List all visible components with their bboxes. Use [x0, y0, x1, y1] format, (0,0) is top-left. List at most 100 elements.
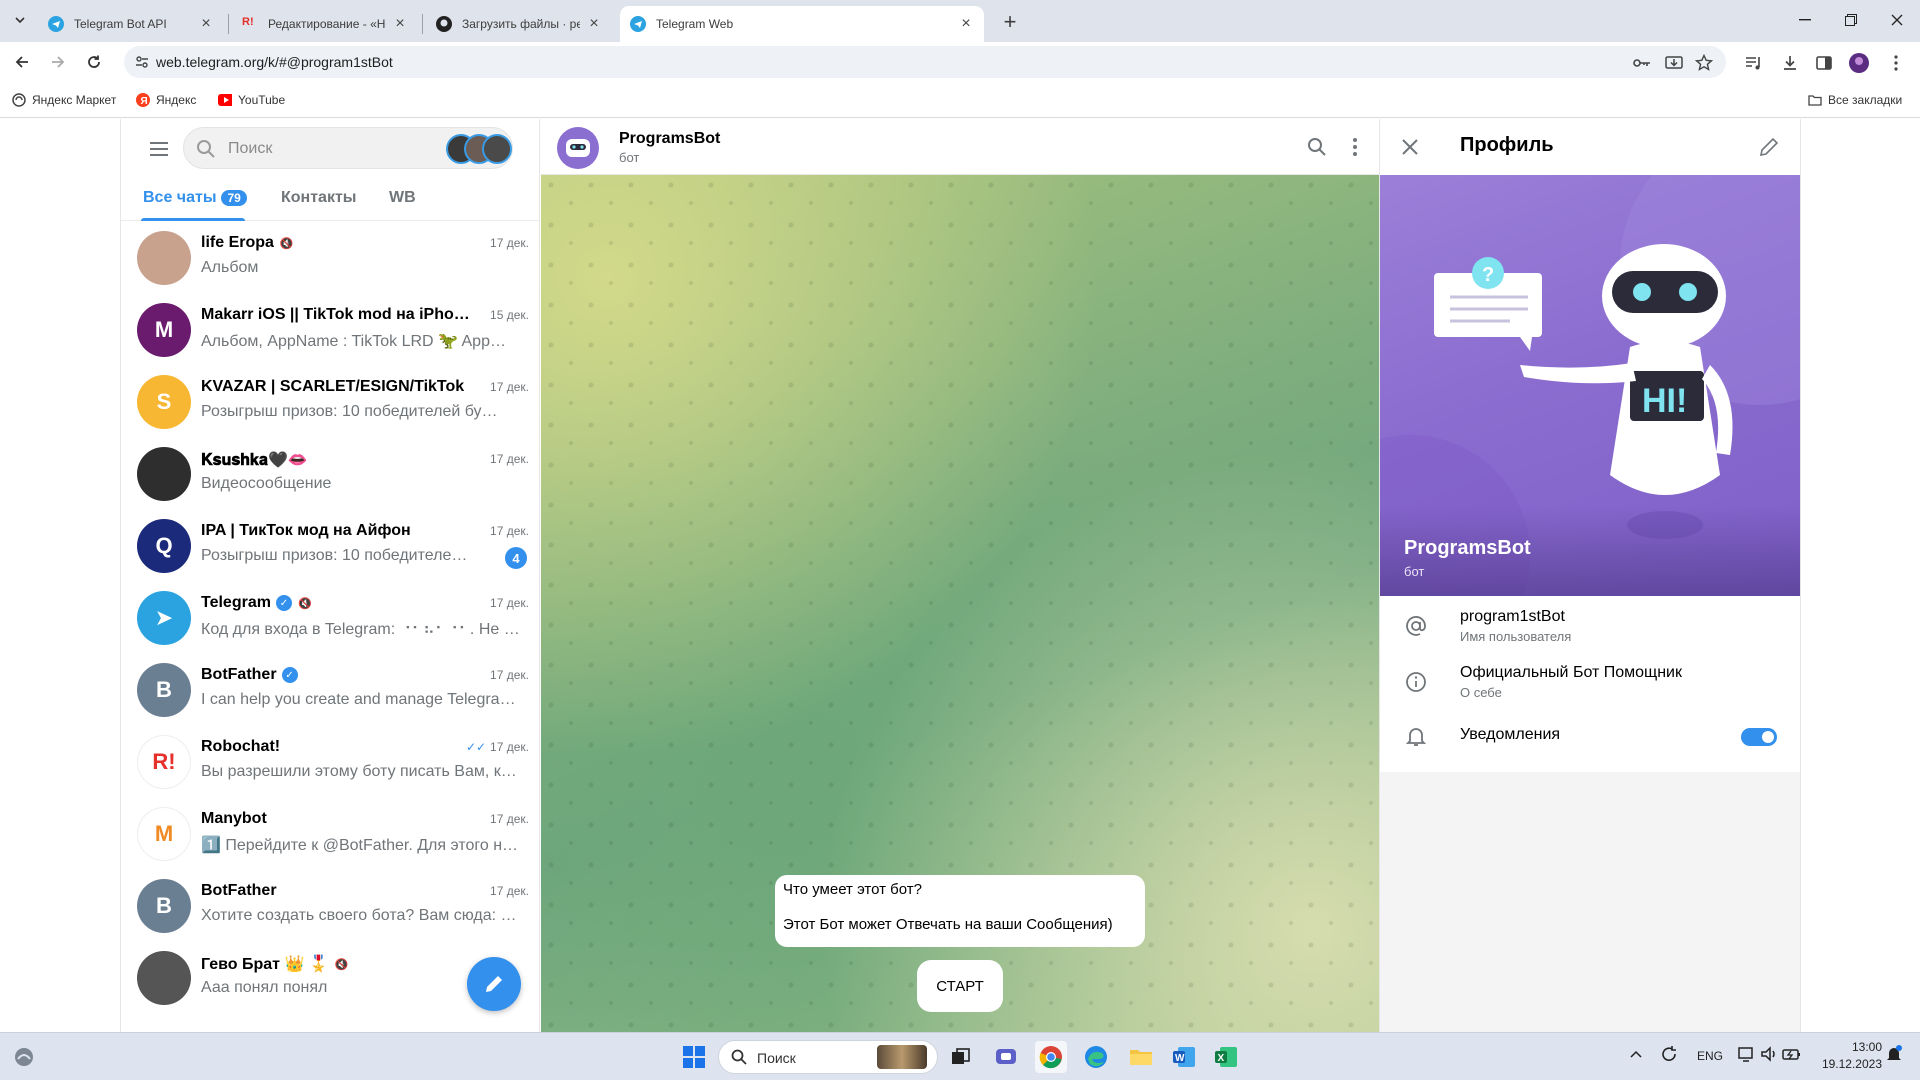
bot-icon	[566, 139, 590, 157]
chat-date: 17 дек.	[490, 668, 529, 682]
close-profile-button[interactable]	[1396, 133, 1424, 161]
tab-separator	[422, 14, 423, 34]
edge-icon[interactable]	[1080, 1041, 1112, 1073]
reload-button[interactable]	[80, 48, 108, 76]
edit-profile-button[interactable]	[1755, 133, 1783, 161]
chat-status: бот	[619, 150, 640, 165]
chat-name-text: Makarr iOS || TikTok mod на iPhon…	[201, 306, 471, 323]
tab-telegram-bot-api[interactable]: Telegram Bot API ×	[38, 6, 224, 42]
chat-date-text: 15 дек.	[490, 308, 529, 322]
back-button[interactable]	[8, 48, 36, 76]
chat-list-item[interactable]: Q IPA | ТикТок мод на Айфон 17 дек. Розыгры…	[129, 510, 533, 582]
tab-all-chats[interactable]: Все чаты 79	[143, 189, 247, 207]
notifications-row[interactable]: Уведомления	[1380, 708, 1801, 764]
restore-button[interactable]	[1828, 0, 1874, 40]
system-clock[interactable]: 13:00 19.12.2023	[1822, 1039, 1882, 1073]
start-button[interactable]: СТАРТ	[917, 960, 1003, 1012]
chat-header[interactable]: ProgramsBot бот	[541, 119, 1379, 175]
bookmark-star-icon[interactable]	[1694, 53, 1714, 73]
side-panel-icon[interactable]	[1813, 52, 1835, 74]
notifications-toggle[interactable]	[1741, 728, 1777, 746]
page-margin	[1800, 119, 1920, 1032]
close-tab-icon[interactable]: ×	[586, 15, 602, 32]
notification-bell-icon[interactable]	[1886, 1045, 1902, 1066]
robochat-icon: R!	[242, 16, 254, 28]
bookmark-youtube[interactable]: YouTube	[218, 90, 285, 110]
widgets-icon[interactable]	[8, 1041, 40, 1073]
bookmarks-bar: Яндекс Маркет Я Яндекс YouTube Все закла…	[0, 82, 1920, 118]
browser-menu-icon[interactable]	[1885, 52, 1907, 74]
close-tab-icon[interactable]: ×	[392, 15, 408, 32]
chat-name-text: Гево Брат 👑 🎖️	[201, 956, 329, 973]
username-row[interactable]: program1stBot Имя пользователя	[1380, 596, 1801, 652]
tab-telegram-web[interactable]: Telegram Web ×	[620, 6, 984, 42]
folder-tabs: Все чаты 79 Контакты WB	[121, 179, 539, 221]
close-tab-icon[interactable]: ×	[958, 15, 974, 32]
browser-toolbar: web.telegram.org/k/#@program1stBot	[0, 42, 1920, 82]
tab-wb[interactable]: WB	[389, 189, 416, 207]
notifications-label: Уведомления	[1460, 726, 1561, 743]
tab-robochat-edit[interactable]: R! Редактирование - «Новый сце ×	[232, 6, 418, 42]
chat-list-item[interactable]: 𝐊𝐬𝐮𝐬𝐡𝐤𝐚🖤👄 17 дек. Видеосообщение	[129, 438, 533, 510]
chat-preview: Видеосообщение	[201, 475, 332, 492]
language-indicator[interactable]: ENG	[1697, 1049, 1723, 1063]
bookmark-yandex[interactable]: Я Яндекс	[136, 90, 196, 110]
chat-more-button[interactable]	[1341, 133, 1369, 161]
address-bar[interactable]: web.telegram.org/k/#@program1stBot	[124, 46, 1726, 78]
task-view-icon[interactable]	[945, 1041, 977, 1073]
chat-list-item[interactable]: M Makarr iOS || TikTok mod на iPhon… 15 де…	[129, 294, 533, 366]
sync-icon[interactable]	[1660, 1045, 1678, 1066]
new-message-button[interactable]	[467, 957, 521, 1011]
profile-cover-image[interactable]: ? HI! ProgramsBot бот	[1380, 175, 1801, 596]
tab-github-upload[interactable]: Загрузить файлы · petrosyan77 ×	[426, 6, 612, 42]
about-row[interactable]: Официальный Бот Помощник О себе	[1380, 652, 1801, 708]
minimize-button[interactable]	[1782, 0, 1828, 40]
media-control-icon[interactable]	[1743, 52, 1765, 74]
site-info-icon[interactable]	[134, 54, 150, 70]
show-hidden-icons[interactable]	[1630, 1047, 1642, 1061]
chat-search-button[interactable]	[1303, 133, 1331, 161]
excel-icon[interactable]: X	[1210, 1041, 1242, 1073]
profile-header: Профиль	[1380, 119, 1801, 175]
chrome-icon[interactable]	[1035, 1041, 1067, 1073]
verified-badge-icon: ✓	[275, 595, 292, 611]
bot-avatar[interactable]	[557, 127, 599, 169]
chat-list-item[interactable]: R! Robochat! ✓✓ 17 дек. Вы разрешили этому б…	[129, 726, 533, 798]
word-icon[interactable]: W	[1168, 1041, 1200, 1073]
chat-list-item[interactable]: ➤ Telegram ✓ 🔇 17 дек. Код для входа в Telegr…	[129, 582, 533, 654]
volume-icon[interactable]	[1760, 1045, 1778, 1066]
downloads-icon[interactable]	[1779, 52, 1801, 74]
start-button[interactable]	[678, 1041, 710, 1073]
network-icon[interactable]	[1738, 1045, 1756, 1066]
battery-icon[interactable]	[1782, 1045, 1802, 1066]
chat-list-item[interactable]: M Manybot 17 дек. 1️⃣ Перейдите к @BotFathe…	[129, 798, 533, 870]
file-explorer-icon[interactable]	[1125, 1041, 1157, 1073]
chat-avatar	[137, 231, 191, 285]
stories-strip[interactable]	[446, 134, 512, 164]
chat-list-item[interactable]: life Eropa 🔇 17 дек. Альбом	[129, 222, 533, 294]
chat-list-item[interactable]: B BotFather ✓ 17 дек. I can help you create …	[129, 654, 533, 726]
at-sign-icon	[1402, 612, 1430, 640]
active-tab-indicator	[141, 218, 245, 221]
forward-button[interactable]	[44, 48, 72, 76]
new-tab-button[interactable]: +	[996, 8, 1024, 36]
taskbar-search[interactable]: Поиск	[718, 1040, 938, 1074]
tab-contacts[interactable]: Контакты	[281, 189, 356, 207]
search-input[interactable]: Поиск	[183, 127, 513, 169]
taskbar-search-placeholder: Поиск	[757, 1050, 796, 1066]
profile-avatar[interactable]	[1848, 52, 1870, 74]
password-key-icon[interactable]	[1632, 53, 1652, 73]
close-tab-icon[interactable]: ×	[198, 15, 214, 32]
profile-name: ProgramsBot	[1404, 537, 1531, 559]
install-app-icon[interactable]	[1664, 53, 1684, 73]
chat-list-item[interactable]: S KVAZAR | SCARLET/ESIGN/TikTok 17 дек. Роз…	[129, 366, 533, 438]
muted-icon: 🔇	[279, 237, 294, 250]
chat-list-item[interactable]: B BotFather 17 дек. Хотите создать своего б…	[129, 870, 533, 942]
all-bookmarks-button[interactable]: Все закладки	[1808, 90, 1902, 110]
teams-chat-icon[interactable]	[990, 1041, 1022, 1073]
story-avatar[interactable]	[482, 134, 512, 164]
close-window-button[interactable]	[1874, 0, 1920, 40]
menu-button[interactable]	[143, 133, 175, 165]
tab-search-button[interactable]	[8, 8, 32, 32]
bookmark-yandex-market[interactable]: Яндекс Маркет	[12, 90, 116, 110]
